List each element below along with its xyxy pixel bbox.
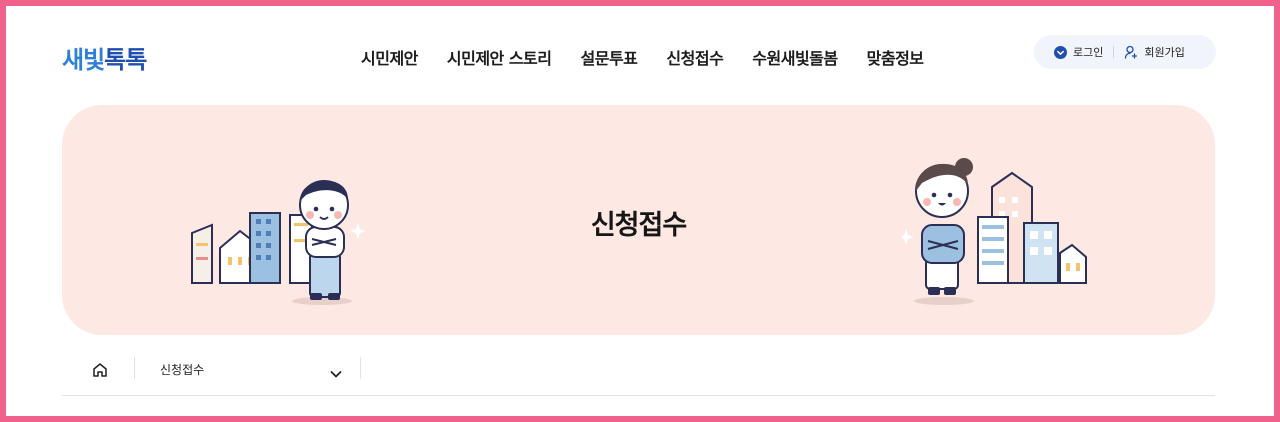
nav-item-proposal-story[interactable]: 시민제안 스토리 [447,45,552,69]
breadcrumb: 신청접수 [62,350,1215,396]
girl-buildings-illustration [902,158,1087,305]
logo-text-part1: 새빛 [62,46,105,74]
page-frame: 새빛톡톡 시민제안 시민제안 스토리 설문투표 신청접수 수원새빛돌봄 맞춤정보… [0,0,1280,422]
nav-item-citizen-proposal[interactable]: 시민제안 [361,45,418,69]
logo-text-part2: 톡톡 [104,46,147,74]
breadcrumb-divider [360,357,361,379]
breadcrumb-divider [134,357,135,379]
nav-item-survey-vote[interactable]: 설문투표 [581,45,638,69]
util-divider [1113,46,1115,58]
signup-label: 회원가입 [1144,46,1185,59]
nav-item-application[interactable]: 신청접수 [666,45,723,69]
site-logo[interactable]: 새빛톡톡 [62,40,147,75]
signup-link[interactable]: 회원가입 [1124,44,1185,60]
main-nav: 시민제안 시민제안 스토리 설문투표 신청접수 수원새빛돌봄 맞춤정보 [361,45,953,69]
breadcrumb-dropdown[interactable]: 신청접수 [148,354,348,384]
breadcrumb-current: 신청접수 [160,362,205,377]
user-plus-icon [1124,45,1138,59]
chevron-down-icon [330,364,342,383]
login-link[interactable]: 로그인 [1054,44,1103,60]
home-icon[interactable] [90,360,110,380]
nav-item-care[interactable]: 수원새빛돌봄 [752,45,838,69]
user-menu: 로그인 회원가입 [1034,35,1216,69]
page-banner: 신청접수 [62,105,1215,335]
nav-item-custom-info[interactable]: 맞춤정보 [867,45,924,69]
login-icon [1054,45,1067,59]
login-label: 로그인 [1073,46,1104,59]
